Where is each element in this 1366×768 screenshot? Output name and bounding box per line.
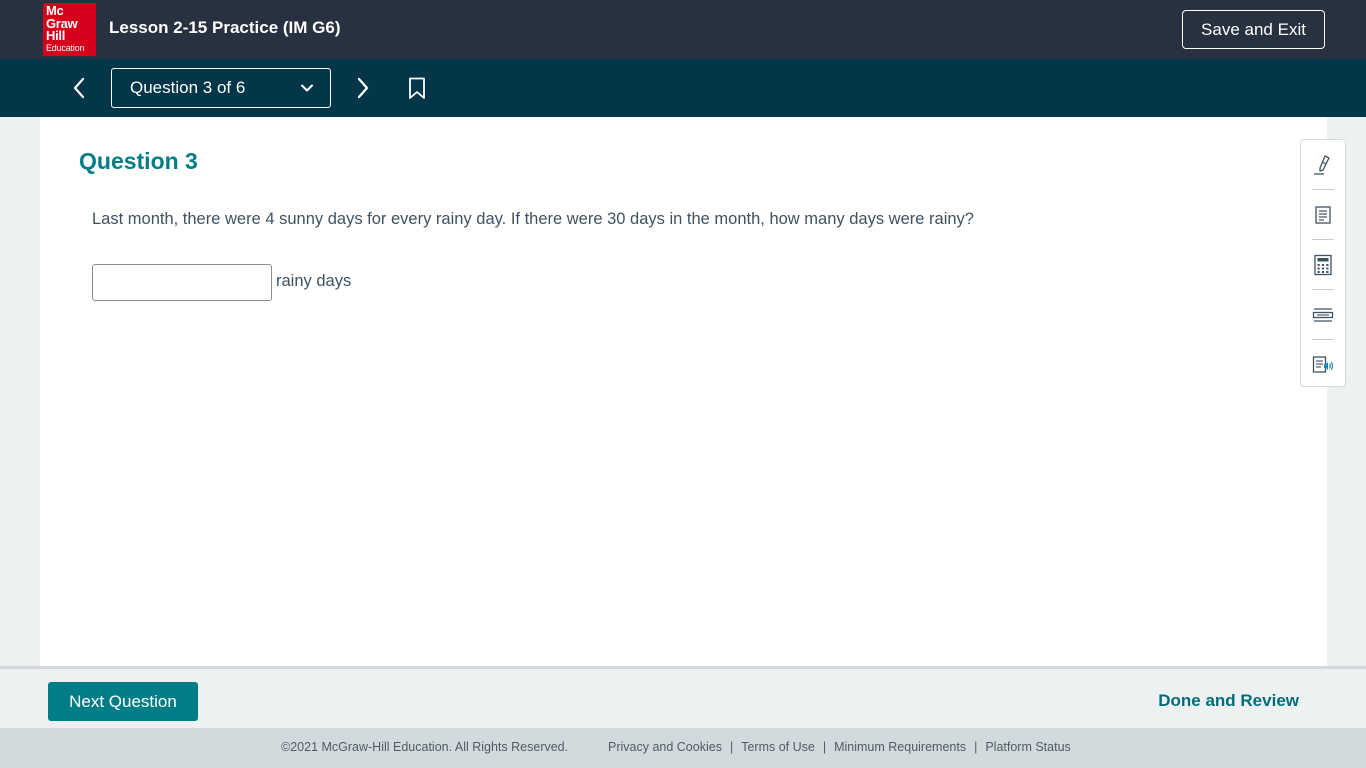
logo-line: Education (46, 42, 85, 53)
question-text: Last month, there were 4 sunny days for … (92, 210, 974, 228)
answer-unit-label: rainy days (276, 272, 352, 290)
mcgraw-hill-logo: Mc Graw Hill Education (43, 3, 96, 56)
notepad-icon (1315, 205, 1331, 224)
lesson-title: Lesson 2-15 Practice (IM G6) (109, 18, 341, 37)
question-selector-label: Question 3 of 6 (130, 78, 246, 97)
bookmark-icon (409, 77, 425, 99)
answer-input[interactable] (92, 264, 272, 301)
chevron-left-icon (73, 77, 85, 99)
top-header: Mc Graw Hill Education Lesson 2-15 Pract… (0, 0, 1366, 59)
question-heading: Question 3 (79, 148, 198, 174)
legal-links: Privacy and Cookies | Terms of Use | Min… (608, 740, 1071, 754)
notepad-tool-button[interactable] (1301, 190, 1345, 239)
next-question-arrow-button[interactable] (350, 74, 376, 102)
highlighter-tool-button[interactable] (1301, 140, 1345, 189)
footer-action-bar: Next Question Done and Review (0, 666, 1366, 728)
link-separator: | (974, 740, 978, 754)
previous-question-button[interactable] (66, 74, 92, 102)
bookmark-button[interactable] (406, 76, 428, 100)
line-reader-icon (1312, 307, 1334, 322)
line-reader-tool-button[interactable] (1301, 290, 1345, 339)
calculator-icon (1314, 254, 1332, 275)
text-to-speech-icon (1312, 355, 1333, 373)
link-separator: | (822, 740, 827, 754)
question-nav-bar: Question 3 of 6 (0, 59, 1366, 117)
chevron-down-icon (301, 84, 313, 92)
highlighter-pen-icon (1314, 154, 1330, 175)
platform-status-link[interactable]: Platform Status (985, 740, 1070, 754)
link-separator: | (729, 740, 734, 754)
done-and-review-link[interactable]: Done and Review (1158, 691, 1299, 711)
minimum-requirements-link[interactable]: Minimum Requirements (834, 740, 966, 754)
question-selector-dropdown[interactable]: Question 3 of 6 (111, 68, 331, 108)
legal-footer: ©2021 McGraw-Hill Education. All Rights … (0, 728, 1366, 768)
privacy-cookies-link[interactable]: Privacy and Cookies (608, 740, 722, 754)
text-to-speech-tool-button[interactable] (1301, 340, 1345, 389)
chevron-right-icon (357, 77, 369, 99)
question-panel: Question 3 Last month, there were 4 sunn… (40, 117, 1327, 666)
next-question-button[interactable]: Next Question (48, 682, 198, 721)
save-and-exit-button[interactable]: Save and Exit (1182, 10, 1325, 49)
logo-line: Hill (46, 28, 66, 43)
tools-panel (1300, 139, 1346, 387)
calculator-tool-button[interactable] (1301, 240, 1345, 289)
copyright-text: ©2021 McGraw-Hill Education. All Rights … (281, 740, 569, 754)
terms-of-use-link[interactable]: Terms of Use (741, 740, 815, 754)
